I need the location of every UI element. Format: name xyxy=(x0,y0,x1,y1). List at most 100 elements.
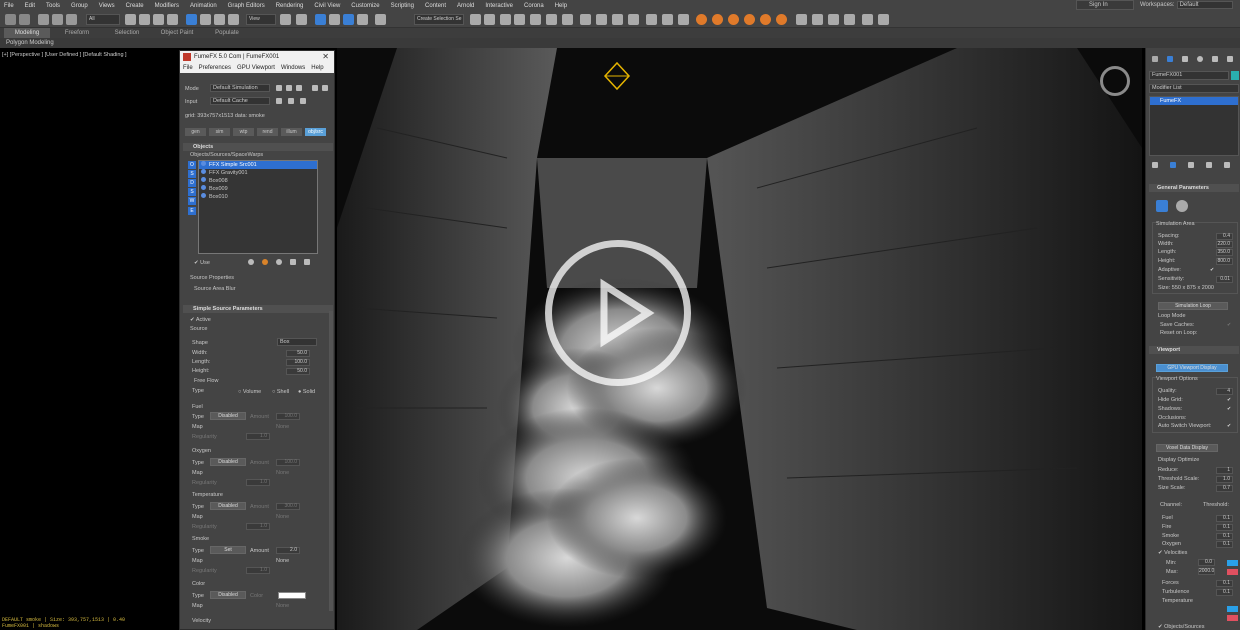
arnold-render-icon[interactable] xyxy=(796,14,807,25)
play-video-icon[interactable] xyxy=(545,240,691,386)
tab-obj-src[interactable]: obj/src xyxy=(305,128,326,136)
size-scale-field[interactable]: 0.7 xyxy=(1216,485,1233,492)
tab-rend[interactable]: rend xyxy=(257,128,278,136)
channel-fire[interactable]: Fire xyxy=(1162,524,1171,530)
list-item[interactable]: Box008 xyxy=(199,177,317,185)
objects-list[interactable]: FFX Simple Src001 FFX Gravity001 Box008 … xyxy=(198,160,318,254)
volume-radio[interactable]: ○ Volume xyxy=(238,389,261,395)
mirror-icon[interactable] xyxy=(470,14,481,25)
fumefx-titlebar[interactable]: FumeFX 5.0 Com | FumeFX001 ✕ xyxy=(180,51,334,63)
menu-arnold[interactable]: Arnold xyxy=(453,3,481,9)
active-checkbox[interactable]: ✔ Active xyxy=(190,317,211,323)
corona-interactive-icon[interactable] xyxy=(712,14,723,25)
sensitivity-field[interactable]: 0.01 xyxy=(1216,276,1233,283)
list-item[interactable]: Box009 xyxy=(199,185,317,193)
smoke-amount-field[interactable]: 2.0 xyxy=(276,547,300,554)
min-field[interactable]: 0.0 xyxy=(1198,559,1215,566)
select-by-name-icon[interactable] xyxy=(139,14,150,25)
fumefx-scrollbar[interactable] xyxy=(329,311,333,611)
channel-fuel[interactable]: Fuel xyxy=(1162,515,1173,521)
menu-animation[interactable]: Animation xyxy=(186,3,224,9)
auto-switch-checkbox[interactable]: ✔ xyxy=(1227,423,1233,429)
move-down-icon[interactable] xyxy=(304,259,310,265)
spinner-snap-icon[interactable] xyxy=(357,14,368,25)
select-object-icon[interactable] xyxy=(125,14,136,25)
menu-views[interactable]: Views xyxy=(95,3,122,9)
shape-dropdown[interactable]: Box xyxy=(277,338,317,346)
object-name-field[interactable]: FumeFX001 xyxy=(1149,71,1229,80)
keyboard-shortcut-icon[interactable] xyxy=(296,14,307,25)
side-button-o[interactable]: O xyxy=(188,161,196,169)
selection-filter-dropdown[interactable]: All xyxy=(86,14,120,25)
viewport-rollout[interactable]: Viewport xyxy=(1149,346,1239,354)
solid-radio[interactable]: ● Solid xyxy=(298,389,315,395)
side-button-d[interactable]: D xyxy=(188,179,196,187)
polygon-modeling-row[interactable]: Polygon Modeling xyxy=(0,38,1240,48)
shadows-checkbox[interactable]: ✔ xyxy=(1227,406,1233,412)
channel-oxygen[interactable]: Oxygen xyxy=(1162,541,1181,547)
modify-tab-icon[interactable] xyxy=(1167,56,1173,62)
general-parameters-rollout[interactable]: General Parameters xyxy=(1149,184,1239,192)
mode-dropdown[interactable]: Default Simulation xyxy=(210,84,270,92)
pin-stack-icon[interactable] xyxy=(1152,162,1158,168)
smoke-regularity-field[interactable]: 1.0 xyxy=(246,567,270,574)
quality-field[interactable]: 4 xyxy=(1216,388,1233,395)
add-icon[interactable] xyxy=(262,259,268,265)
render-iterative-icon[interactable] xyxy=(628,14,639,25)
placement-icon[interactable] xyxy=(228,14,239,25)
fuel-type-button[interactable]: Disabled xyxy=(210,412,246,420)
menu-file[interactable]: File xyxy=(0,3,21,9)
tab-selection[interactable]: Selection xyxy=(104,28,150,38)
tab-sim[interactable]: sim xyxy=(209,128,230,136)
max-color-swatch[interactable] xyxy=(1227,569,1238,575)
channel-temperature[interactable]: Temperature xyxy=(1162,598,1193,604)
stop-icon[interactable] xyxy=(878,14,889,25)
tab-gen[interactable]: gen xyxy=(185,128,206,136)
motion-tab-icon[interactable] xyxy=(1197,56,1203,62)
undo-icon[interactable] xyxy=(5,14,16,25)
color-type-button[interactable]: Disabled xyxy=(210,591,246,599)
perspective-viewport[interactable] xyxy=(337,48,1142,630)
tab-wtp[interactable]: wtp xyxy=(233,128,254,136)
link-icon[interactable] xyxy=(38,14,49,25)
smoke-type-button[interactable]: Set xyxy=(210,546,246,554)
tab-populate[interactable]: Populate xyxy=(204,28,250,38)
menu-rendering[interactable]: Rendering xyxy=(272,3,311,9)
spacing-field[interactable]: 0.4 xyxy=(1216,233,1233,240)
menu-edit[interactable]: Edit xyxy=(21,3,42,9)
corona-render-icon[interactable] xyxy=(696,14,707,25)
menu-interactive[interactable]: Interactive xyxy=(481,3,520,9)
rendered-frame-icon[interactable] xyxy=(596,14,607,25)
move-up-icon[interactable] xyxy=(290,259,296,265)
corona-camera-icon[interactable] xyxy=(776,14,787,25)
cache-folder-icon[interactable] xyxy=(300,98,306,104)
menu-tools[interactable]: Tools xyxy=(42,3,67,9)
corona-frame-buffer-icon[interactable] xyxy=(728,14,739,25)
viewport-label[interactable]: [+] [Perspective ] [User Defined ] [Defa… xyxy=(2,52,127,58)
fumefx-menu-file[interactable]: File xyxy=(180,63,196,73)
snap-toggle-icon[interactable] xyxy=(315,14,326,25)
min-color-swatch[interactable] xyxy=(1227,560,1238,566)
temp-type-button[interactable]: Disabled xyxy=(210,502,246,510)
remove-modifier-icon[interactable] xyxy=(1206,162,1212,168)
menu-civil-view[interactable]: Civil View xyxy=(310,3,347,9)
max-field[interactable]: 2000.0 xyxy=(1198,568,1215,575)
channel-smoke-threshold[interactable]: 0.1 xyxy=(1216,533,1233,540)
hide-grid-checkbox[interactable]: ✔ xyxy=(1227,397,1233,403)
tab-modeling[interactable]: Modeling xyxy=(4,28,50,38)
sign-in-button[interactable]: Sign In xyxy=(1076,0,1134,10)
temp-regularity-field[interactable]: 1.0 xyxy=(246,523,270,530)
fuel-map-button[interactable]: None xyxy=(276,424,289,430)
bind-spacewarp-icon[interactable] xyxy=(66,14,77,25)
material-editor-icon[interactable] xyxy=(562,14,573,25)
shell-radio[interactable]: ○ Shell xyxy=(272,389,289,395)
play-sim-icon[interactable] xyxy=(322,85,328,91)
temp-min-swatch[interactable] xyxy=(1227,606,1238,612)
channel-forces[interactable]: Forces xyxy=(1162,580,1179,586)
temp-max-swatch[interactable] xyxy=(1227,615,1238,621)
channel-fuel-threshold[interactable]: 0.1 xyxy=(1216,515,1233,522)
gpu-viewport-display-button[interactable]: GPU Viewport Display xyxy=(1156,364,1228,372)
start-sim-icon[interactable] xyxy=(276,85,282,91)
channel-oxygen-threshold[interactable]: 0.1 xyxy=(1216,541,1233,548)
region-select-icon[interactable] xyxy=(153,14,164,25)
